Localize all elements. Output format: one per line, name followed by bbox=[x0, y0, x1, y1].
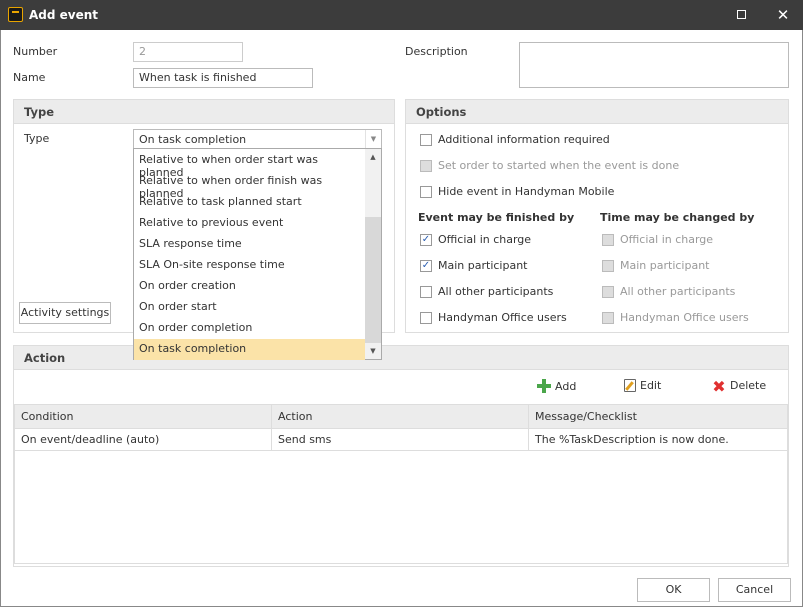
checkbox-label: Set order to started when the event is d… bbox=[438, 159, 680, 172]
checkbox-box bbox=[602, 312, 614, 324]
type-option[interactable]: Relative to previous event bbox=[134, 213, 365, 234]
plus-icon bbox=[537, 379, 551, 393]
type-option[interactable]: Relative to when order start was planned bbox=[134, 150, 365, 179]
type-option[interactable]: On order completion bbox=[134, 318, 365, 339]
table-cell[interactable]: The %TaskDescription is now done. bbox=[529, 429, 787, 450]
table-cell[interactable]: On event/deadline (auto) bbox=[15, 429, 272, 450]
ok-button[interactable]: OK bbox=[637, 578, 710, 602]
checkbox-label: Additional information required bbox=[438, 133, 610, 146]
maximize-icon bbox=[736, 10, 746, 19]
checkbox-box[interactable] bbox=[420, 286, 432, 298]
title-bar: Add event ✕ bbox=[0, 0, 803, 30]
add-button[interactable]: Add bbox=[537, 379, 576, 397]
delete-icon: ✖ bbox=[712, 377, 726, 396]
checkbox-label: Hide event in Handyman Mobile bbox=[438, 185, 615, 198]
chevron-down-icon[interactable]: ▼ bbox=[365, 130, 381, 148]
cancel-button[interactable]: Cancel bbox=[718, 578, 791, 602]
dropdown-scrollbar[interactable]: ▲ ▼ bbox=[365, 149, 381, 359]
checkbox-label: Official in charge bbox=[620, 233, 714, 246]
description-label: Description bbox=[405, 45, 468, 58]
close-icon: ✕ bbox=[776, 6, 790, 24]
finished-by-header: Event may be finished by bbox=[418, 211, 575, 224]
action-grid[interactable]: Condition Action Message/Checklist On ev… bbox=[14, 404, 788, 564]
type-option[interactable]: Relative to task planned start bbox=[134, 192, 365, 213]
checkbox-label: All other participants bbox=[620, 285, 736, 298]
delete-button[interactable]: ✖ Delete bbox=[712, 379, 766, 397]
app-icon bbox=[8, 7, 23, 22]
type-option-selected[interactable]: On task completion bbox=[134, 339, 365, 360]
number-field: 2 bbox=[133, 42, 243, 62]
edit-label: Edit bbox=[640, 379, 662, 392]
name-label: Name bbox=[13, 71, 46, 84]
add-label: Add bbox=[555, 380, 577, 393]
number-label: Number bbox=[13, 45, 58, 58]
checkbox-label: Handyman Office users bbox=[438, 311, 567, 324]
type-option[interactable]: On order creation bbox=[134, 276, 365, 297]
column-header-condition[interactable]: Condition bbox=[15, 405, 272, 428]
checkbox-label: Main participant bbox=[620, 259, 710, 272]
scroll-up-icon[interactable]: ▲ bbox=[365, 149, 381, 165]
activity-settings-button[interactable]: Activity settings bbox=[19, 302, 111, 324]
table-row[interactable]: On event/deadline (auto) Send sms The %T… bbox=[15, 429, 787, 451]
checkbox-label: Handyman Office users bbox=[620, 311, 749, 324]
action-group-header: Action bbox=[14, 346, 788, 370]
checkbox-box[interactable] bbox=[420, 134, 432, 146]
checkbox-box bbox=[602, 234, 614, 246]
column-header-action[interactable]: Action bbox=[272, 405, 529, 428]
close-button[interactable]: ✕ bbox=[772, 5, 794, 25]
options-group-header: Options bbox=[406, 100, 788, 124]
name-field[interactable]: When task is finished bbox=[133, 68, 313, 88]
checkbox-box bbox=[602, 260, 614, 272]
maximize-button[interactable] bbox=[730, 5, 752, 25]
checkbox-box bbox=[420, 160, 432, 172]
type-option[interactable]: SLA On-site response time bbox=[134, 255, 365, 276]
scrollbar-thumb[interactable] bbox=[365, 217, 381, 343]
type-dropdown-list[interactable]: Relative to when order start was planned… bbox=[133, 148, 382, 360]
check-icon[interactable]: ✓ bbox=[420, 234, 432, 246]
type-option[interactable]: SLA response time bbox=[134, 234, 365, 255]
scroll-down-icon[interactable]: ▼ bbox=[365, 343, 381, 359]
checkbox-box bbox=[602, 286, 614, 298]
grid-header-row: Condition Action Message/Checklist bbox=[15, 405, 787, 429]
table-cell[interactable]: Send sms bbox=[272, 429, 529, 450]
type-option[interactable]: On order start bbox=[134, 297, 365, 318]
description-field[interactable] bbox=[519, 42, 789, 88]
column-header-message[interactable]: Message/Checklist bbox=[529, 405, 787, 428]
type-combo-value: On task completion bbox=[139, 133, 247, 146]
type-option[interactable]: Relative to when order finish was planne… bbox=[134, 171, 365, 200]
type-group-header: Type bbox=[14, 100, 394, 124]
type-combo[interactable]: On task completion ▼ bbox=[133, 129, 382, 149]
checkbox-label: All other participants bbox=[438, 285, 554, 298]
window-title: Add event bbox=[29, 8, 99, 22]
edit-icon bbox=[624, 379, 636, 392]
checkbox-box[interactable] bbox=[420, 186, 432, 198]
edit-button[interactable]: Edit bbox=[624, 379, 661, 397]
changed-by-header: Time may be changed by bbox=[600, 211, 755, 224]
type-label: Type bbox=[24, 132, 50, 145]
checkbox-label: Main participant bbox=[438, 259, 528, 272]
delete-label: Delete bbox=[730, 379, 767, 392]
checkbox-label: Official in charge bbox=[438, 233, 532, 246]
checkbox-box[interactable] bbox=[420, 312, 432, 324]
check-icon[interactable]: ✓ bbox=[420, 260, 432, 272]
